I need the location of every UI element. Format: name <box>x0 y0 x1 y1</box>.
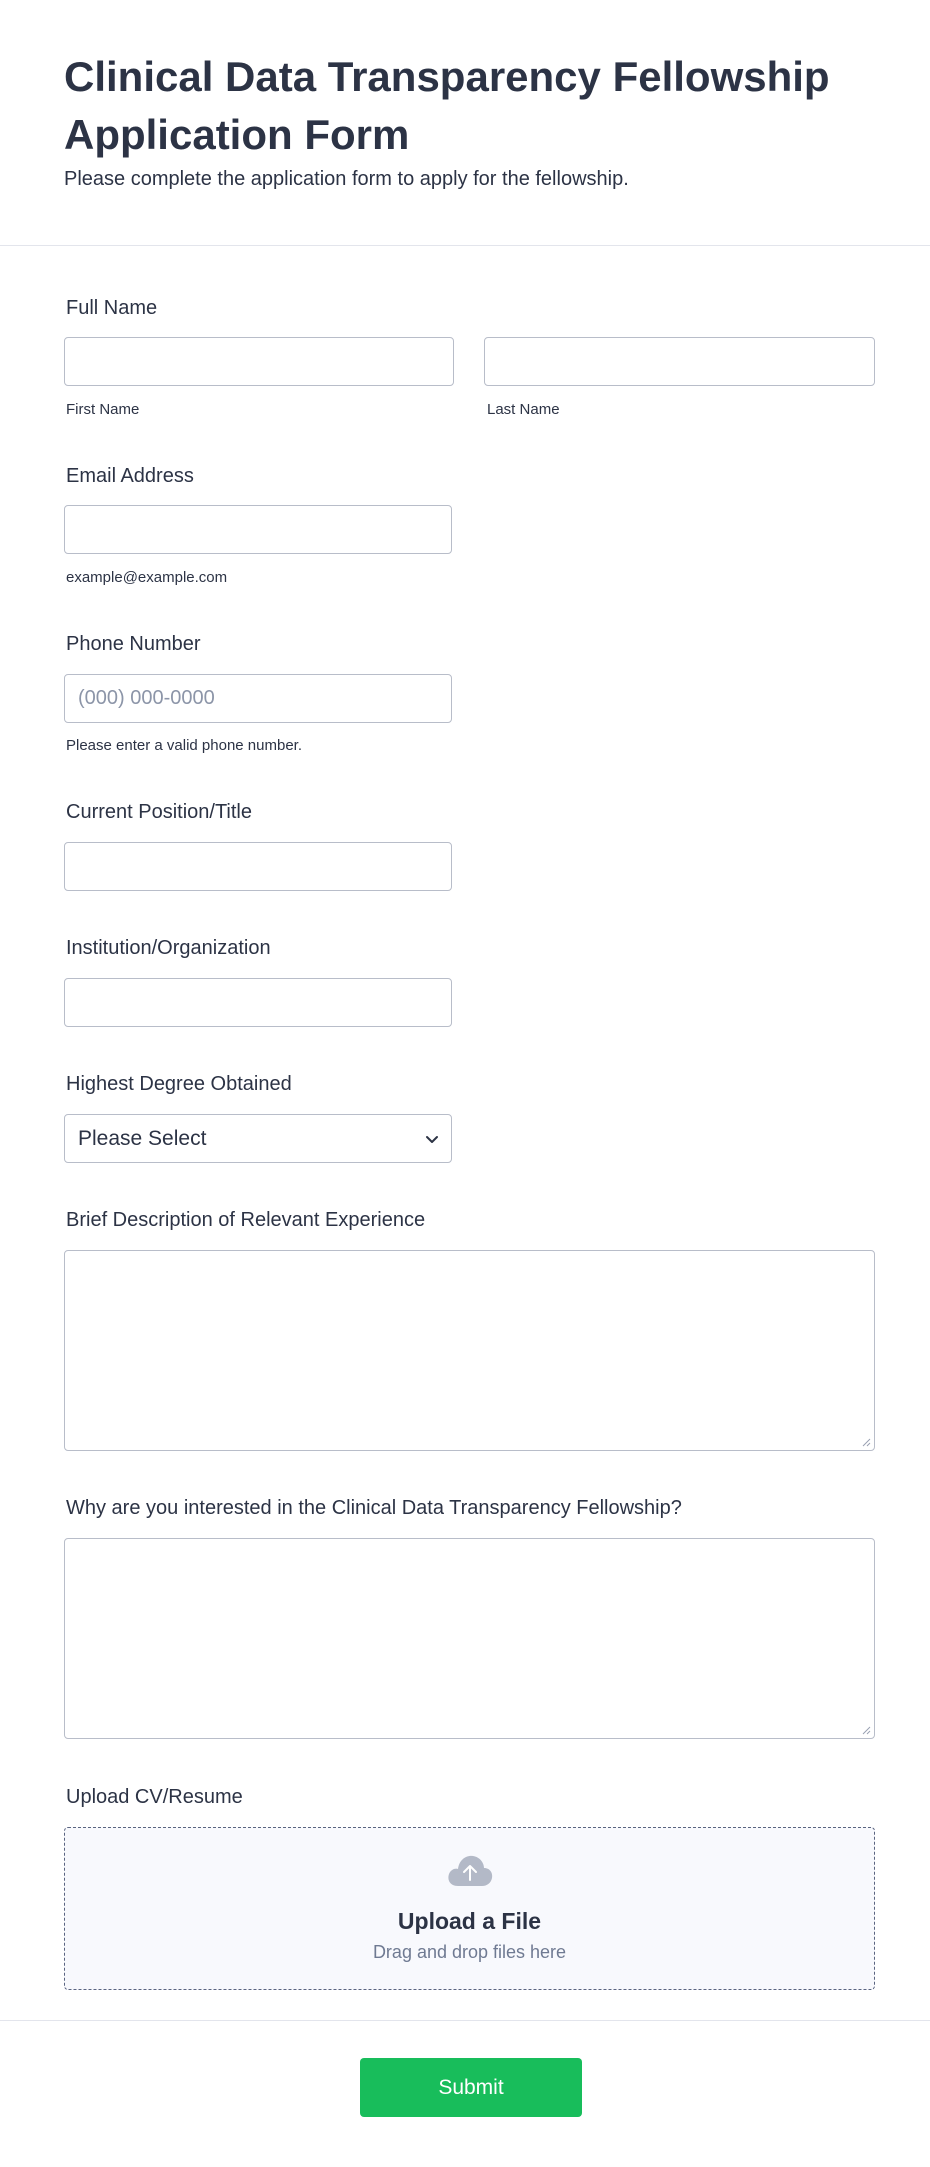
position-input[interactable] <box>64 842 452 891</box>
form-subtitle: Please complete the application form to … <box>64 168 629 190</box>
position-label: Current Position/Title <box>66 801 252 823</box>
experience-textarea[interactable] <box>64 1250 875 1451</box>
first-name-input[interactable] <box>64 337 454 386</box>
footer-divider <box>0 2020 930 2021</box>
chevron-down-icon <box>426 1136 438 1143</box>
form-header: Clinical Data Transparency Fellowship Ap… <box>0 0 930 246</box>
full-name-label: Full Name <box>66 297 158 319</box>
last-name-input[interactable] <box>484 337 875 386</box>
resize-grip-icon[interactable] <box>861 1725 871 1735</box>
submit-button[interactable]: Submit <box>360 2058 582 2117</box>
last-name-sublabel: Last Name <box>487 401 560 418</box>
phone-sublabel: Please enter a valid phone number. <box>66 737 302 754</box>
first-name-sublabel: First Name <box>66 401 140 418</box>
upload-hint: Drag and drop files here <box>372 1942 567 1962</box>
degree-select[interactable]: Please Select <box>64 1114 452 1163</box>
upload-label: Upload CV/Resume <box>66 1786 243 1808</box>
application-form-page: Clinical Data Transparency Fellowship Ap… <box>0 0 930 2167</box>
institution-input[interactable] <box>64 978 452 1027</box>
resize-grip-icon[interactable] <box>861 1437 871 1447</box>
form-title: Clinical Data Transparency Fellowship Ap… <box>64 53 830 158</box>
email-sublabel: example@example.com <box>66 569 228 586</box>
upload-title: Upload a File <box>397 1908 542 1934</box>
interest-label: Why are you interested in the Clinical D… <box>66 1497 682 1519</box>
degree-label: Highest Degree Obtained <box>66 1073 292 1095</box>
email-field[interactable] <box>64 505 452 554</box>
upload-dropzone[interactable]: Upload a File Drag and drop files here <box>64 1827 875 1990</box>
email-label: Email Address <box>66 465 194 487</box>
experience-label: Brief Description of Relevant Experience <box>66 1209 426 1231</box>
institution-label: Institution/Organization <box>66 937 271 959</box>
degree-select-value: Please Select <box>78 1127 207 1150</box>
cloud-upload-icon <box>448 1855 493 1886</box>
phone-label: Phone Number <box>66 633 201 655</box>
phone-input[interactable] <box>64 674 452 723</box>
interest-textarea[interactable] <box>64 1538 875 1739</box>
